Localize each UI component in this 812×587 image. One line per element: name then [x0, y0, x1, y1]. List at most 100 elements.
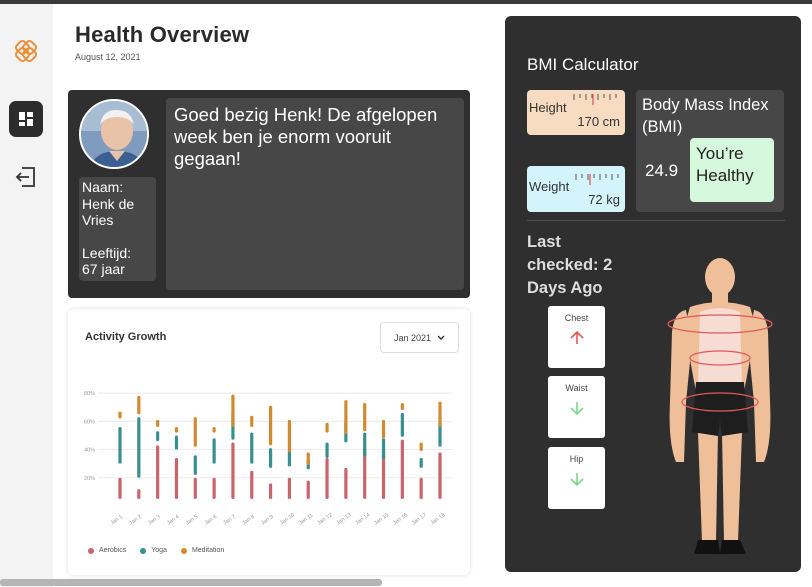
bar-meditation [363, 402, 367, 432]
page-date: August 12, 2021 [75, 52, 141, 62]
arrow-down-icon [548, 471, 605, 492]
x-tick-label: Jan 10 [279, 512, 296, 526]
age-value: 67 jaar [82, 261, 125, 277]
measure-card-waist[interactable]: Waist [548, 376, 605, 438]
measure-card-hip[interactable]: Hip [548, 447, 605, 509]
bar-meditation [250, 415, 254, 427]
age-label: Leeftijd: [82, 244, 132, 261]
app-root: Health Overview August 12, 2021 Naam: He… [0, 0, 812, 587]
arrow-down-icon [548, 400, 605, 421]
logout-button[interactable] [11, 162, 41, 192]
x-tick-label: Jan 3 [147, 514, 161, 527]
motivation-message: Goed bezig Henk! De afgelopen week ben j… [166, 98, 464, 290]
chart-legend: Aerobics Yoga Meditation [88, 547, 224, 554]
bar-yoga [118, 426, 122, 464]
bar-meditation [400, 402, 404, 411]
activity-card: Activity Growth Jan 2021 20% 40% 60% 80% Jan… [68, 309, 470, 575]
measure-label: Chest [564, 313, 589, 323]
bmi-label: Body Mass Index (BMI) [642, 96, 769, 136]
x-tick-label: Jan 5 [185, 514, 199, 527]
x-tick-label: Jan 6 [204, 514, 218, 527]
dashboard-button[interactable] [9, 101, 43, 137]
legend-item-yoga: Yoga [140, 547, 167, 554]
arrow-up-icon [548, 330, 605, 351]
bar-aerobics [400, 439, 404, 499]
bar-yoga [400, 412, 404, 437]
legend-item-meditation: Meditation [180, 547, 225, 554]
bar-aerobics [212, 477, 216, 499]
x-tick-label: Jan 18 [430, 512, 447, 526]
bar-aerobics [231, 442, 235, 499]
bar-aerobics [325, 458, 329, 499]
bar-aerobics [137, 489, 141, 499]
bar-yoga [363, 432, 367, 457]
body-figure-icon [667, 258, 773, 554]
weight-label: Weight [529, 179, 570, 194]
x-tick-label: Jan 8 [241, 514, 255, 527]
height-label: Height [529, 100, 567, 115]
measure-card-chest[interactable]: Chest [548, 306, 605, 368]
bar-yoga [156, 431, 160, 442]
measure-label: Waist [565, 383, 588, 393]
legend-dot [88, 547, 94, 554]
x-tick-label: Jan 1 [110, 514, 124, 527]
bar-yoga [193, 455, 197, 475]
bar-aerobics [174, 458, 179, 499]
logout-icon [15, 167, 35, 187]
activity-chart: 20% 40% 60% 80% Jan 1 Jan 2 Jan 3 Jan 4 Jan 5 Jan… [84, 391, 452, 527]
bar-aerobics [250, 470, 254, 499]
legend-label: Meditation [191, 547, 225, 554]
avatar [79, 99, 149, 169]
height-card[interactable]: Height 170 cm [527, 90, 625, 135]
y-tick-label: 80% [84, 391, 95, 397]
bar-aerobics [118, 477, 122, 499]
x-tick-label: Jan 11 [298, 512, 315, 526]
bar-meditation [174, 426, 179, 433]
logo-icon[interactable] [10, 35, 42, 67]
scale-icon [575, 174, 619, 185]
bar-aerobics [287, 477, 292, 499]
bar-yoga [212, 438, 216, 464]
bar-yoga [268, 448, 273, 468]
x-tick-label: Jan 16 [392, 512, 409, 526]
top-bar [0, 0, 812, 4]
bar-aerobics [268, 483, 273, 499]
x-tick-label: Jan 4 [166, 514, 180, 527]
bar-aerobics [193, 477, 197, 499]
x-tick-label: Jan 2 [128, 514, 142, 527]
x-tick-label: Jan 7 [223, 514, 237, 527]
bar-meditation [212, 426, 216, 433]
bar-meditation [381, 419, 386, 439]
bar-yoga [250, 432, 254, 464]
weight-value: 72 kg [588, 192, 620, 207]
bmi-value: 24.9 [645, 161, 679, 180]
horizontal-scrollbar[interactable] [0, 579, 382, 586]
weight-card[interactable]: Weight 72 kg [527, 166, 625, 212]
bar-meditation [231, 394, 235, 427]
x-tick-label: Jan 13 [335, 512, 352, 526]
bmi-title: BMI Calculator [527, 55, 639, 74]
bar-meditation [344, 400, 348, 435]
x-tick-label: Jan 12 [317, 512, 334, 526]
bmi-calculator-panel: BMI Calculator Height 170 cm Weight 72 k… [505, 16, 801, 572]
bar-meditation [137, 395, 141, 415]
bar-aerobics [419, 477, 423, 499]
bar-meditation [156, 419, 160, 427]
bar-aerobics [438, 452, 442, 499]
bar-meditation [118, 411, 122, 419]
bar-meditation [325, 422, 329, 433]
bar-meditation [193, 417, 197, 447]
bar-yoga [174, 435, 179, 450]
name-value: Henk de Vries [82, 195, 135, 229]
bar-yoga [325, 442, 329, 459]
last-checked: Last checked: 2 Days Ago [527, 233, 613, 297]
y-tick-label: 20% [84, 476, 95, 482]
bar-meditation [438, 401, 442, 427]
legend-dot [140, 547, 147, 554]
legend-dot [180, 547, 187, 554]
bar-yoga [419, 458, 423, 468]
bar-yoga [137, 417, 141, 478]
page-title: Health Overview [75, 22, 250, 47]
bmi-status-badge: You’re Healthy [690, 138, 774, 202]
ruler-icon [573, 94, 617, 105]
